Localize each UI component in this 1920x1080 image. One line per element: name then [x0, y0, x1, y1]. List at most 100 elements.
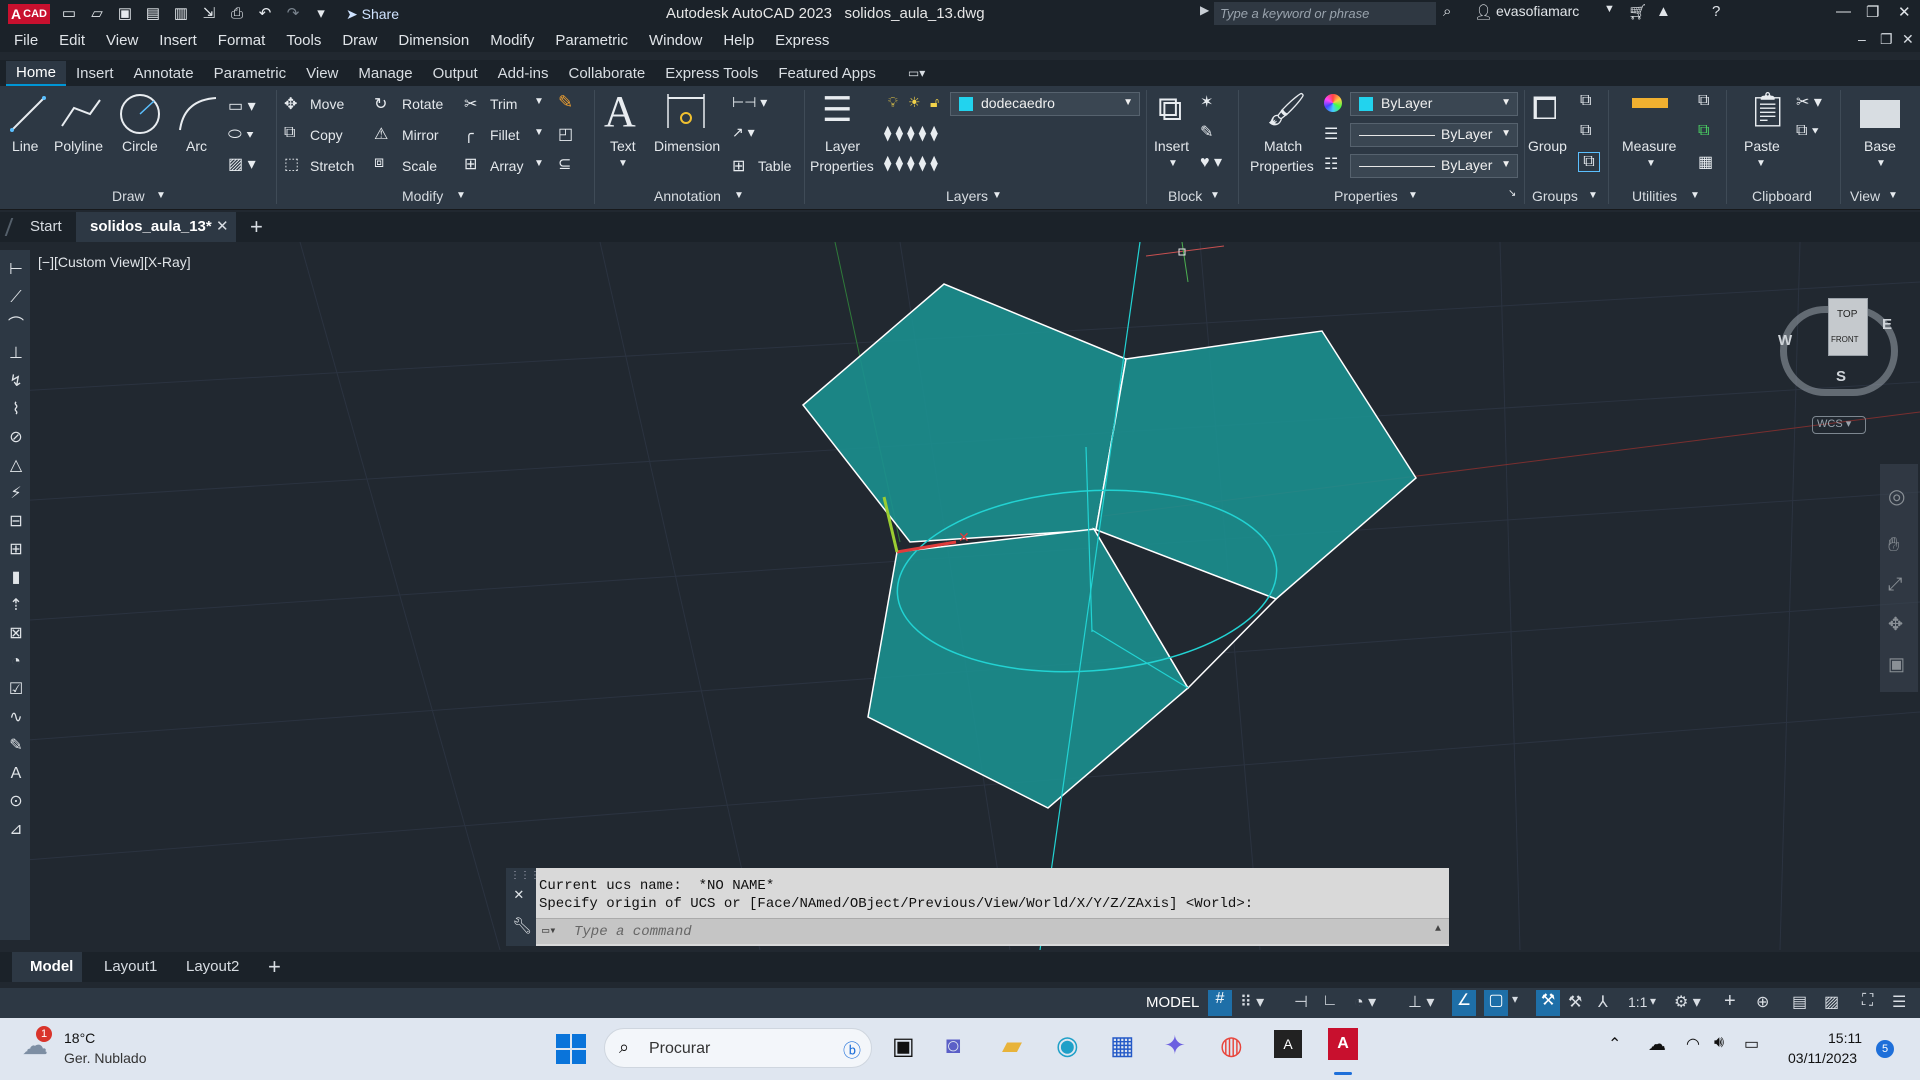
- ellipse-icon[interactable]: ⬭ ▾: [228, 126, 254, 144]
- annotation-scale-icon[interactable]: ⅄: [1598, 992, 1608, 1012]
- insert-dropdown-icon[interactable]: ▼: [1168, 158, 1178, 169]
- move-button[interactable]: Move: [310, 96, 344, 112]
- view-panel-title[interactable]: View: [1850, 188, 1880, 204]
- layer-properties-label-2[interactable]: Properties: [810, 158, 874, 174]
- circle-icon[interactable]: [118, 92, 162, 136]
- tab-annotate[interactable]: Annotate: [124, 62, 204, 85]
- current-file-tab[interactable]: solidos_aula_13* ✕: [76, 212, 236, 242]
- tab-add-ins[interactable]: Add-ins: [488, 62, 559, 85]
- annotation-expand-icon[interactable]: ▼: [734, 190, 744, 201]
- group-button[interactable]: Group: [1528, 138, 1567, 154]
- auto-scale-icon[interactable]: ⚒: [1568, 992, 1582, 1012]
- user-icon[interactable]: 👤︎: [1474, 3, 1493, 21]
- wifi-icon[interactable]: ◠: [1686, 1034, 1700, 1054]
- layers-expand-icon[interactable]: ▼: [992, 190, 1002, 201]
- block-expand-icon[interactable]: ▼: [1210, 190, 1220, 201]
- trim-dropdown-icon[interactable]: ▼: [534, 96, 544, 107]
- menu-file[interactable]: File: [14, 32, 38, 49]
- layer-dropdown[interactable]: dodecaedro ▼: [950, 92, 1140, 116]
- text-button[interactable]: Text: [610, 138, 636, 154]
- clipboard-panel-title[interactable]: Clipboard: [1752, 188, 1812, 204]
- explode-icon[interactable]: ◰: [558, 124, 573, 144]
- menu-modify[interactable]: Modify: [490, 32, 534, 49]
- windows-start-icon[interactable]: [556, 1034, 586, 1064]
- search-expand-icon[interactable]: ▶: [1200, 3, 1209, 17]
- draw-panel-title[interactable]: Draw: [112, 188, 145, 204]
- infer-constraints-icon[interactable]: ⊣: [1294, 992, 1308, 1012]
- menu-help[interactable]: Help: [723, 32, 754, 49]
- export-icon[interactable]: ⇲: [200, 5, 218, 23]
- quick-select-icon[interactable]: ⧉: [1698, 92, 1709, 110]
- polyline-icon[interactable]: [60, 96, 102, 132]
- menu-format[interactable]: Format: [218, 32, 266, 49]
- notification-count-badge[interactable]: 5: [1876, 1040, 1894, 1058]
- pentagon-face-top-left[interactable]: [801, 283, 1127, 543]
- scale-icon[interactable]: ⧈: [374, 154, 384, 172]
- line-button[interactable]: Line: [12, 138, 38, 154]
- stretch-button[interactable]: Stretch: [310, 158, 354, 174]
- viewcube-west-label[interactable]: W: [1778, 332, 1792, 349]
- weather-temperature[interactable]: 18°C: [64, 1030, 95, 1046]
- autocad-2020-icon[interactable]: A: [1274, 1030, 1302, 1058]
- teams-icon[interactable]: ◙: [946, 1032, 961, 1060]
- object-snap-icon[interactable]: ▢: [1484, 990, 1508, 1016]
- lineweight-dropdown[interactable]: ByLayer ▼: [1350, 123, 1518, 147]
- scale-button[interactable]: Scale: [402, 158, 437, 174]
- block-panel-title[interactable]: Block: [1168, 188, 1202, 204]
- steering-wheel-icon[interactable]: ◎: [1888, 484, 1905, 509]
- restore-icon[interactable]: ❐: [1866, 3, 1879, 21]
- fillet-button[interactable]: Fillet: [490, 127, 520, 143]
- layout2-tab[interactable]: Layout2: [186, 958, 239, 975]
- create-block-icon[interactable]: ✶: [1200, 92, 1213, 112]
- navigation-bar[interactable]: ◎ ✋︎ ⤢ ✥ ▣: [1880, 464, 1918, 692]
- new-file-icon[interactable]: ▭: [60, 5, 78, 23]
- viewcube-box[interactable]: TOP FRONT: [1828, 298, 1868, 356]
- dodecahedron-net[interactable]: [801, 242, 1417, 950]
- close-command-icon[interactable]: ✕: [514, 884, 524, 904]
- graphics-performance-icon[interactable]: ▨: [1824, 992, 1839, 1012]
- viewcube-front-label[interactable]: FRONT: [1831, 335, 1859, 344]
- color-wheel-icon[interactable]: [1324, 94, 1342, 112]
- search-icon[interactable]: ⌕: [1443, 3, 1451, 20]
- zoom-extents-icon[interactable]: ⤢: [1888, 574, 1902, 595]
- polar-tracking-icon[interactable]: ◔ ▾: [1354, 992, 1376, 1012]
- username[interactable]: evasofiamarc: [1496, 3, 1579, 19]
- command-window-grip[interactable]: ⋮⋮⋮ ✕ 🔧︎: [506, 868, 540, 946]
- drawing-area[interactable]: ✕ [−][Custom View][X-Ray] TOP FRONT E W …: [0, 242, 1920, 950]
- task-view-icon[interactable]: ▣: [892, 1032, 915, 1061]
- close-tab-icon[interactable]: ✕: [216, 217, 229, 235]
- taskbar-search[interactable]: ⌕ Procurar ⓑ: [604, 1028, 872, 1068]
- model-tab[interactable]: Model: [12, 952, 82, 982]
- tab-featured-apps[interactable]: Featured Apps: [768, 62, 886, 85]
- doc-close-icon[interactable]: ✕: [1902, 31, 1914, 48]
- match-label-1[interactable]: Match: [1264, 138, 1302, 154]
- paste-dropdown-icon[interactable]: ▼: [1756, 158, 1766, 169]
- open-folder-icon[interactable]: ▱: [88, 5, 106, 23]
- annotation-monitor-icon[interactable]: +: [1724, 990, 1736, 1013]
- trim-icon[interactable]: ✂: [464, 94, 477, 114]
- menu-draw[interactable]: Draw: [342, 32, 377, 49]
- measure-dropdown-icon[interactable]: ▼: [1646, 158, 1656, 169]
- edit-attributes-icon[interactable]: ♥ ▾: [1200, 152, 1222, 172]
- search-input[interactable]: Type a keyword or phrase: [1214, 2, 1436, 25]
- tab-parametric[interactable]: Parametric: [204, 62, 297, 85]
- help-icon[interactable]: ?: [1712, 3, 1720, 20]
- leader-icon[interactable]: ↗ ▾: [732, 124, 755, 141]
- menu-edit[interactable]: Edit: [59, 32, 85, 49]
- battery-icon[interactable]: ▭: [1744, 1034, 1759, 1054]
- linetype-dropdown[interactable]: ByLayer ▼: [1350, 154, 1518, 178]
- orbit-icon[interactable]: ✥: [1888, 614, 1903, 635]
- layers-panel-title[interactable]: Layers: [946, 188, 988, 204]
- edge-icon[interactable]: ◉: [1056, 1030, 1079, 1061]
- command-prompt-icon[interactable]: ▭▾: [542, 923, 556, 938]
- menu-insert[interactable]: Insert: [159, 32, 197, 49]
- clean-screen-icon[interactable]: ⛶: [1862, 992, 1873, 1010]
- new-tab-icon[interactable]: +: [250, 214, 263, 240]
- rotate-icon[interactable]: ↻: [374, 94, 387, 114]
- units-icon[interactable]: ⊕: [1756, 992, 1769, 1012]
- layer-lock-icon[interactable]: 🔓︎: [930, 94, 939, 111]
- array-button[interactable]: Array: [490, 158, 523, 174]
- annotation-scale-value[interactable]: 1:1: [1628, 994, 1647, 1010]
- left-toolbar-icons[interactable]: ⊢ ⟋ ⌒ ⊥ ↯ ⌇ ⊘ △ ⚡︎ ⊟ ⊞ ▮ ⇡ ⊠ ◔ ☑ ∿ ✎ A ⊙ ⊿: [6, 256, 26, 844]
- menu-view[interactable]: View: [106, 32, 138, 49]
